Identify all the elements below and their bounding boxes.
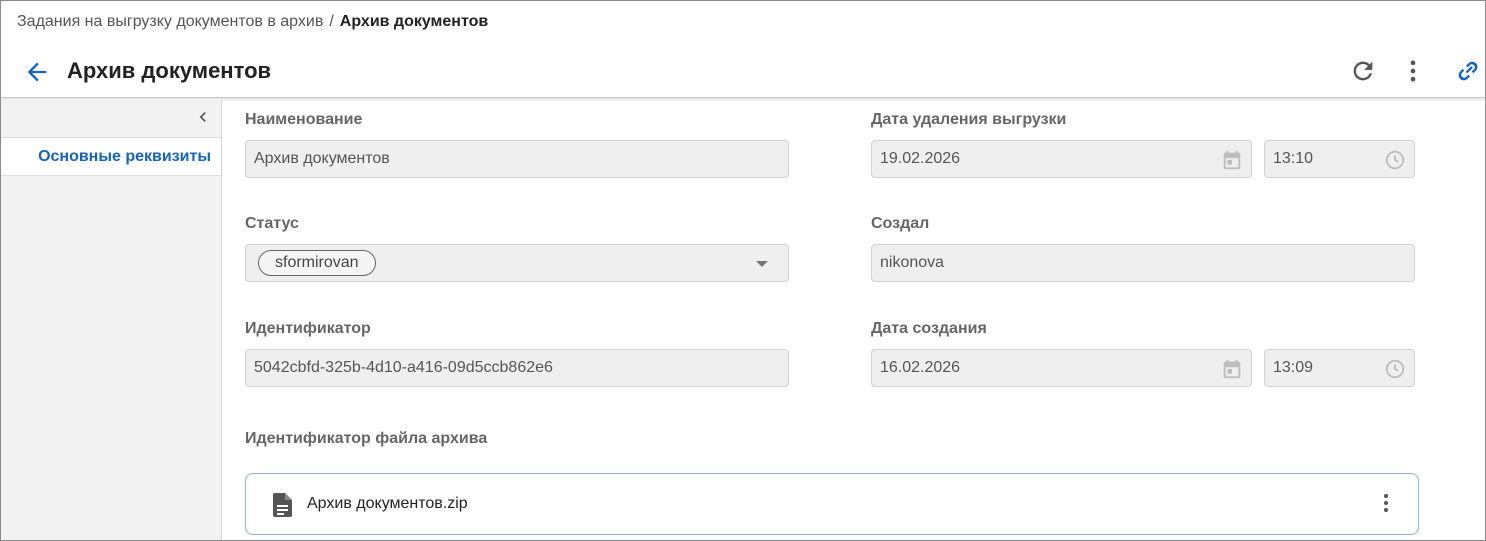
- more-vertical-icon[interactable]: [1374, 491, 1398, 515]
- archive-file-name[interactable]: Архив документов.zip: [307, 495, 468, 513]
- link-icon[interactable]: [1454, 57, 1482, 85]
- chevron-left-icon[interactable]: [193, 107, 213, 127]
- name-label: Наименование: [245, 111, 363, 128]
- calendar-icon[interactable]: [1221, 358, 1243, 380]
- refresh-icon[interactable]: [1349, 57, 1377, 85]
- created-date-label: Дата создания: [871, 320, 987, 337]
- identifier-field[interactable]: 5042cbfd-325b-4d10-a416-09d5ccb862e6: [245, 349, 789, 387]
- deletion-date-label: Дата удаления выгрузки: [871, 111, 1067, 128]
- status-label: Статус: [245, 215, 299, 232]
- name-value: Архив документов: [254, 150, 390, 167]
- created-by-label: Создал: [871, 215, 930, 232]
- clock-icon[interactable]: [1384, 358, 1406, 380]
- archive-file-card[interactable]: Архив документов.zip: [245, 473, 1419, 535]
- page-title: Архив документов: [67, 58, 272, 83]
- identifier-value: 5042cbfd-325b-4d10-a416-09d5ccb862e6: [254, 359, 553, 376]
- breadcrumb-current: Архив документов: [339, 13, 489, 30]
- dropdown-arrow-icon[interactable]: [756, 261, 768, 267]
- created-date-value: 16.02.2026: [880, 359, 961, 376]
- deletion-date-field[interactable]: 19.02.2026: [871, 140, 1252, 178]
- sidebar-item-label: Основные реквизиты: [38, 148, 211, 165]
- sidebar: Основные реквизиты: [1, 99, 222, 540]
- deletion-date-value: 19.02.2026: [880, 150, 961, 167]
- created-time-value: 13:09: [1273, 359, 1314, 376]
- identifier-label: Идентификатор: [245, 320, 371, 337]
- archive-file-label: Идентификатор файла архива: [245, 430, 488, 447]
- status-chip: sformirovan: [258, 250, 376, 276]
- name-field[interactable]: Архив документов: [245, 140, 789, 178]
- created-by-field[interactable]: nikonova: [871, 244, 1415, 282]
- breadcrumb-separator: /: [329, 13, 334, 30]
- clock-icon[interactable]: [1384, 149, 1406, 171]
- created-by-value: nikonova: [880, 254, 945, 271]
- deletion-time-value: 13:10: [1273, 150, 1314, 167]
- page-header: Архив документов: [1, 45, 1485, 98]
- calendar-icon[interactable]: [1221, 149, 1243, 171]
- created-time-field[interactable]: 13:09: [1264, 349, 1415, 387]
- back-arrow-icon[interactable]: [23, 58, 51, 86]
- document-file-icon: [273, 493, 292, 517]
- breadcrumb: Задания на выгрузку документов в архив / А…: [17, 13, 488, 31]
- status-select[interactable]: sformirovan: [245, 244, 789, 282]
- more-vertical-icon[interactable]: [1399, 57, 1427, 85]
- created-date-field[interactable]: 16.02.2026: [871, 349, 1252, 387]
- deletion-time-field[interactable]: 13:10: [1264, 140, 1415, 178]
- window-frame: Задания на выгрузку документов в архив / А…: [0, 0, 1486, 541]
- breadcrumb-parent-link[interactable]: Задания на выгрузку документов в архив: [17, 13, 323, 30]
- sidebar-item-main-details[interactable]: Основные реквизиты: [1, 137, 221, 176]
